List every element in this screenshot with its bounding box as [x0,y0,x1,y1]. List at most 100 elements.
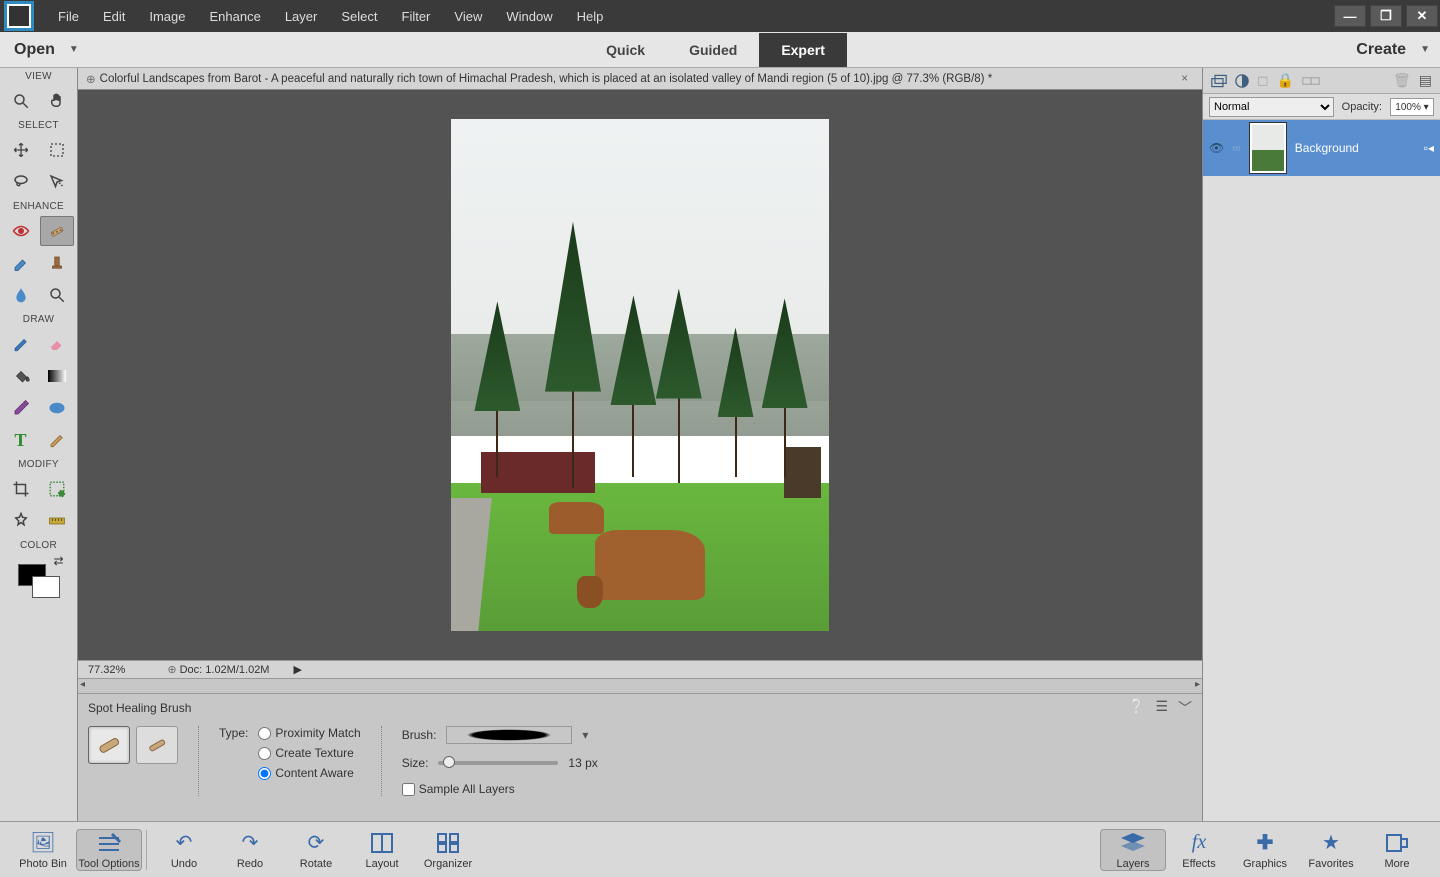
zoom-tool[interactable] [4,86,38,116]
app-logo [4,1,34,31]
smart-brush-tool[interactable] [4,248,38,278]
color-swatches[interactable]: ⇄ [14,558,64,598]
center-column: ⊕ Colorful Landscapes from Barot - A pea… [78,68,1202,821]
toolbox-enhance-label: ENHANCE [13,198,64,215]
title-bar: File Edit Image Enhance Layer Select Fil… [0,0,1440,32]
menu-help[interactable]: Help [565,1,616,32]
brush-preview[interactable] [446,726,572,744]
delete-layer-icon[interactable]: 🗑 [1393,72,1411,89]
canvas-viewport[interactable] [78,90,1202,660]
ab-layers[interactable]: Layers [1100,829,1166,871]
create-dropdown-icon[interactable]: ▼ [1420,44,1430,55]
paint-bucket-tool[interactable] [4,361,38,391]
maximize-button[interactable]: ❐ [1370,5,1402,27]
document-tab-title[interactable]: Colorful Landscapes from Barot - A peace… [100,73,993,85]
swap-colors-icon[interactable]: ⇄ [53,554,63,568]
zoom-level[interactable]: 77.32% [88,664,125,676]
layer-list-empty [1203,176,1440,821]
layer-name: Background [1295,141,1359,155]
menu-filter[interactable]: Filter [390,1,443,32]
shape-tool[interactable] [40,393,74,423]
adjustment-layer-icon[interactable] [1235,74,1249,88]
toolbox: VIEW SELECT ENHANCE DRAW [0,68,78,821]
background-color[interactable] [32,576,60,598]
layer-mask-icon[interactable]: ◻ [1257,72,1269,89]
ab-photo-bin[interactable]: 🖼Photo Bin [10,830,76,870]
visibility-icon[interactable]: 👁 [1209,141,1224,155]
ab-organizer[interactable]: Organizer [415,830,481,870]
checkbox-sample-all[interactable]: Sample All Layers [402,782,598,796]
panel-menu-icon[interactable]: ☰ [1155,698,1168,718]
menu-select[interactable]: Select [329,1,389,32]
help-icon[interactable]: ❔ [1128,698,1145,718]
minimize-button[interactable]: — [1334,5,1366,27]
create-button[interactable]: Create [1342,41,1420,59]
redeye-tool[interactable] [4,216,38,246]
eraser-tool[interactable] [40,329,74,359]
ab-layout[interactable]: Layout [349,830,415,870]
variant-healing[interactable] [136,726,178,764]
tool-options-title: Spot Healing Brush [88,701,191,715]
pencil-tool[interactable] [40,425,74,455]
panel-options-icon[interactable]: ▤ [1419,72,1432,89]
ab-undo[interactable]: ↶Undo [151,830,217,870]
lock-layer-icon[interactable]: 🔒 [1277,72,1294,89]
ab-tool-options[interactable]: Tool Options [76,829,142,871]
ab-redo[interactable]: ↷Redo [217,830,283,870]
radio-proximity[interactable]: Proximity Match [258,726,360,740]
ab-effects[interactable]: fxEffects [1166,830,1232,870]
menu-image[interactable]: Image [137,1,197,32]
new-layer-icon[interactable] [1211,74,1227,88]
brush-dropdown-icon[interactable]: ▾ [582,728,588,742]
menu-edit[interactable]: Edit [91,1,137,32]
brush-tool[interactable] [4,329,38,359]
mode-guided[interactable]: Guided [667,33,759,67]
link-layers-icon[interactable] [1302,74,1320,88]
marquee-tool[interactable] [40,135,74,165]
quick-select-tool[interactable] [40,167,74,197]
menu-enhance[interactable]: Enhance [198,1,273,32]
menu-layer[interactable]: Layer [273,1,330,32]
text-tool[interactable]: T [4,425,38,455]
radio-content-aware[interactable]: Content Aware [258,766,360,780]
spot-healing-tool[interactable] [40,216,74,246]
horizontal-scrollbar[interactable] [78,678,1202,693]
blur-tool[interactable] [4,280,38,310]
recompose-tool[interactable] [40,474,74,504]
radio-texture[interactable]: Create Texture [258,746,360,760]
layer-row-background[interactable]: 👁 ∞ Background ▫◂ [1203,120,1440,176]
layer-thumbnail[interactable] [1249,122,1287,174]
close-button[interactable]: ✕ [1406,5,1438,27]
ab-favorites[interactable]: ★Favorites [1298,830,1364,870]
layer-lock-icon[interactable]: ▫◂ [1424,141,1434,155]
straighten-tool[interactable] [40,506,74,536]
menu-view[interactable]: View [442,1,494,32]
menu-window[interactable]: Window [494,1,564,32]
close-tab-icon[interactable]: × [1175,73,1194,85]
hand-tool[interactable] [40,86,74,116]
menu-file[interactable]: File [46,1,91,32]
lasso-tool[interactable] [4,167,38,197]
crop-tool[interactable] [4,474,38,504]
ab-more[interactable]: More [1364,830,1430,870]
variant-spot-healing[interactable] [88,726,130,764]
opacity-value[interactable]: 100% ▾ [1390,98,1434,116]
ab-rotate[interactable]: ⟳Rotate [283,830,349,870]
open-button[interactable]: Open [0,41,69,59]
cookie-cutter-tool[interactable] [4,506,38,536]
collapse-icon[interactable]: ﹀ [1178,698,1192,718]
status-menu-icon[interactable]: ▶ [293,664,301,676]
gradient-tool[interactable] [40,361,74,391]
eyedropper-tool[interactable] [4,393,38,423]
blend-mode-select[interactable]: Normal [1209,97,1334,117]
move-tool[interactable] [4,135,38,165]
blend-opacity-row: Normal Opacity: 100% ▾ [1203,94,1440,120]
clone-stamp-tool[interactable] [40,248,74,278]
window-controls: — ❐ ✕ [1332,3,1440,29]
open-dropdown-icon[interactable]: ▼ [69,44,79,55]
sponge-tool[interactable] [40,280,74,310]
mode-quick[interactable]: Quick [584,33,667,67]
size-slider[interactable] [438,761,558,765]
mode-expert[interactable]: Expert [759,33,847,67]
ab-graphics[interactable]: ✚Graphics [1232,830,1298,870]
